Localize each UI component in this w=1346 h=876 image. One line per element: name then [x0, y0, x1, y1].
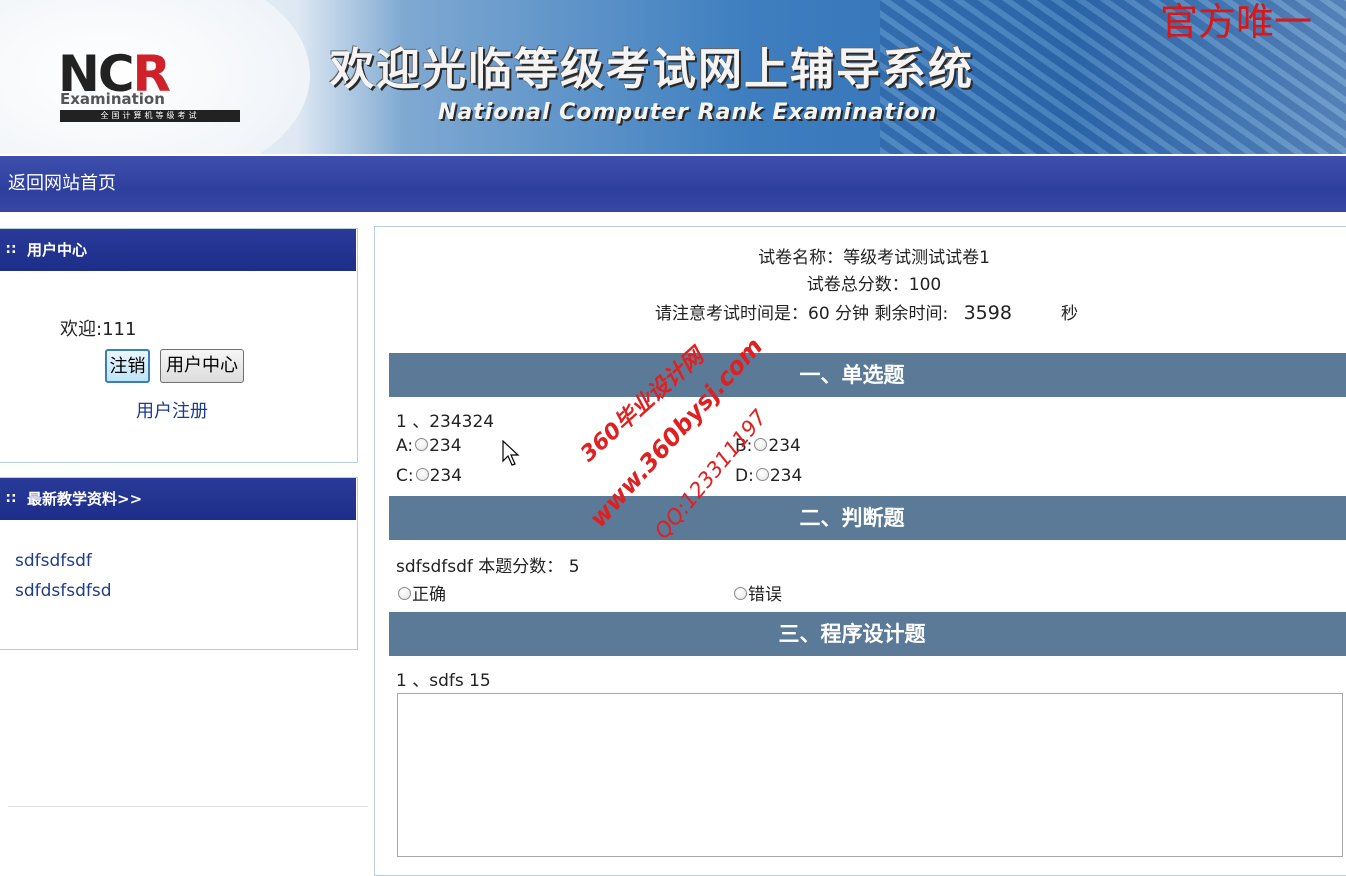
resources-list: sdfsdfsdf sdfdsfsdfsd	[15, 546, 112, 606]
user-center-title: 用户中心	[27, 241, 88, 259]
section-single-choice: 一、单选题	[389, 353, 1346, 397]
option-c: C: 234	[396, 466, 462, 486]
option-c-label: C:	[396, 466, 414, 486]
option-b-radio[interactable]	[754, 438, 768, 451]
time-label: 请注意考试时间是：60 分钟 剩余时间:	[655, 304, 949, 324]
welcome-text: 欢迎:111	[60, 319, 137, 340]
grid-dots-icon: ∷	[6, 242, 16, 258]
programming-answer-textarea[interactable]	[397, 693, 1343, 857]
sidebar-divider	[8, 806, 368, 807]
question-true-false: sdfsdfsdf 本题分数： 5	[396, 557, 580, 577]
option-false: 错误	[732, 580, 782, 605]
logout-button[interactable]: 注销	[105, 349, 150, 383]
resources-title: 最新教学资料>>	[27, 490, 143, 508]
official-label: 官方唯一	[1160, 0, 1313, 44]
user-center-button[interactable]: 用户中心	[160, 349, 244, 383]
true-radio[interactable]	[398, 587, 411, 600]
option-c-radio[interactable]	[415, 468, 429, 481]
option-a-label: A:	[396, 436, 414, 456]
option-d-radio[interactable]	[755, 468, 769, 481]
resources-header: ∷ 最新教学资料>>	[0, 478, 356, 520]
false-radio[interactable]	[734, 587, 747, 600]
resources-panel: ∷ 最新教学资料>> sdfsdfsdf sdfdsfsdfsd	[0, 477, 358, 650]
resource-link[interactable]: sdfdsfsdfsd	[15, 576, 112, 606]
option-true: 正确	[396, 580, 446, 605]
mouse-cursor-icon	[502, 440, 520, 466]
exam-total-score: 试卷总分数：100	[806, 275, 942, 295]
option-b-text: 234	[768, 436, 801, 456]
site-subtitle: National Computer Rank Examination	[438, 100, 938, 125]
grid-dots-icon: ∷	[6, 491, 16, 507]
option-d-text: 234	[769, 466, 803, 486]
false-label: 错误	[748, 585, 782, 605]
user-center-panel: ∷ 用户中心 欢迎:111 注销 用户中心 用户注册	[0, 228, 358, 463]
question-single-choice: 1 、234324	[396, 412, 495, 432]
resource-link[interactable]: sdfsdfsdf	[15, 546, 112, 576]
option-a: A: 234	[396, 436, 462, 456]
remaining-seconds: 3598	[963, 302, 1012, 324]
nav-home-link[interactable]: 返回网站首页	[8, 156, 116, 212]
register-link[interactable]: 用户注册	[136, 397, 208, 423]
logo-subtext: Examination	[60, 90, 165, 108]
watermark: 360毕业设计网 www.360bysj.com QQ:123311197	[576, 330, 771, 543]
option-a-radio[interactable]	[415, 438, 429, 451]
exam-panel: 试卷名称：等级考试测试试卷1 试卷总分数：100 请注意考试时间是：60 分钟 …	[374, 226, 1346, 876]
option-d: D: 234	[735, 466, 802, 486]
section-programming: 三、程序设计题	[389, 612, 1346, 656]
ncr-logo: NCR Examination 全国计算机等级考试	[58, 48, 242, 124]
time-unit: 秒	[1060, 304, 1078, 324]
site-title: 欢迎光临等级考试网上辅导系统	[330, 44, 974, 95]
logo-strip: 全国计算机等级考试	[60, 110, 240, 122]
header-banner: NCR Examination 全国计算机等级考试 欢迎光临等级考试网上辅导系统…	[0, 0, 1346, 154]
option-a-text: 234	[429, 436, 462, 456]
option-c-text: 234	[429, 466, 463, 486]
exam-timer: 请注意考试时间是：60 分钟 剩余时间: 3598 秒	[655, 299, 1078, 324]
question-programming: 1 、sdfs 15	[396, 671, 491, 691]
true-label: 正确	[412, 585, 446, 605]
option-d-label: D:	[735, 466, 754, 486]
section-true-false: 二、判断题	[389, 496, 1346, 540]
user-center-header: ∷ 用户中心	[0, 229, 356, 271]
exam-info: 试卷名称：等级考试测试试卷1 试卷总分数：100	[375, 245, 1346, 299]
exam-name: 试卷名称：等级考试测试试卷1	[758, 248, 990, 268]
nav-bar: 返回网站首页	[0, 156, 1346, 212]
